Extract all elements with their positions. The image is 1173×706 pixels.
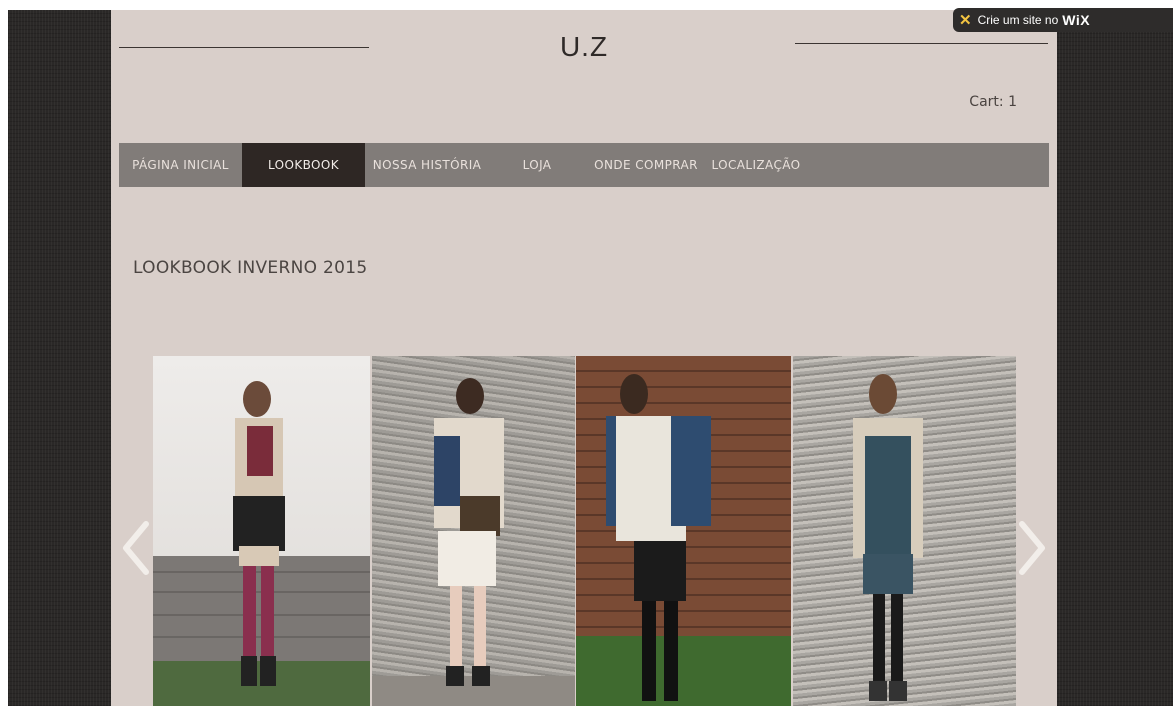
wix-promo-text: Crie um site no <box>977 13 1059 27</box>
lookbook-photo-2[interactable] <box>372 356 575 706</box>
cart-link[interactable]: Cart: 1 <box>969 94 1017 110</box>
gallery-next-arrow-icon[interactable] <box>1016 520 1048 576</box>
browser-left-band <box>0 0 8 706</box>
model-figure-icon <box>372 378 575 706</box>
nav-item-pagina-inicial[interactable]: PÁGINA INICIAL <box>119 143 242 187</box>
nav-item-onde-comprar[interactable]: ONDE COMPRAR <box>585 143 707 187</box>
wix-x-icon: ✕ <box>959 12 972 29</box>
nav-item-nossa-historia[interactable]: NOSSA HISTÓRIA <box>365 143 489 187</box>
nav-item-loja[interactable]: LOJA <box>489 143 585 187</box>
wix-promo-badge[interactable]: ✕ Crie um site no WiX <box>953 8 1173 32</box>
model-figure-icon <box>853 374 923 701</box>
nav-item-lookbook[interactable]: LOOKBOOK <box>242 143 365 187</box>
model-figure-icon <box>576 374 791 706</box>
main-nav: PÁGINA INICIAL LOOKBOOK NOSSA HISTÓRIA L… <box>119 143 1049 187</box>
cart-label: Cart: <box>969 94 1004 110</box>
page-container: U.Z Cart: 1 PÁGINA INICIAL LOOKBOOK NOSS… <box>111 10 1057 706</box>
cart-count: 1 <box>1008 94 1017 110</box>
wix-brand-text: WiX <box>1062 12 1091 28</box>
gallery-prev-arrow-icon[interactable] <box>120 520 152 576</box>
lookbook-gallery <box>153 356 1016 706</box>
lookbook-photo-4[interactable] <box>793 356 1016 706</box>
lookbook-photo-1[interactable] <box>153 356 370 706</box>
page-heading: LOOKBOOK INVERNO 2015 <box>133 258 368 278</box>
lookbook-photo-3[interactable] <box>576 356 791 706</box>
nav-item-localizacao[interactable]: LOCALIZAÇÃO <box>707 143 805 187</box>
model-figure-icon <box>153 381 370 706</box>
site-title[interactable]: U.Z <box>111 31 1057 63</box>
